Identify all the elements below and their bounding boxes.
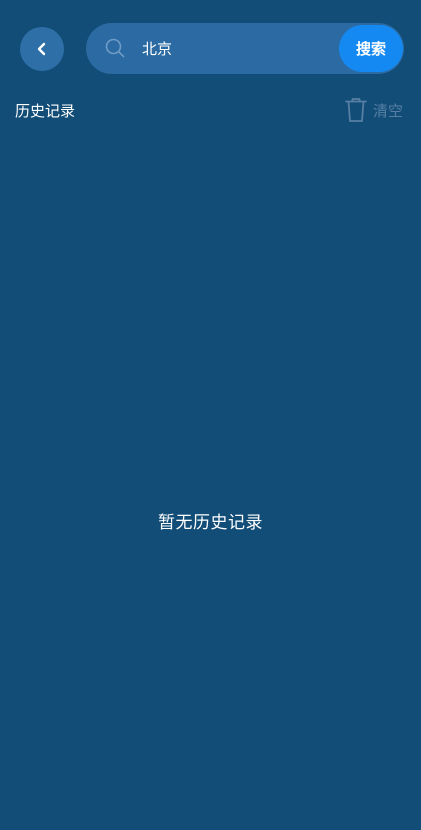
search-input[interactable] xyxy=(142,33,332,63)
chevron-left-icon xyxy=(37,42,46,56)
search-box: 搜索 xyxy=(86,23,404,74)
search-button[interactable]: 搜索 xyxy=(339,25,403,72)
clear-label: 清空 xyxy=(372,101,403,120)
back-button[interactable] xyxy=(20,27,64,71)
search-icon xyxy=(105,38,125,58)
history-title: 历史记录 xyxy=(15,102,76,120)
history-header: 历史记录 清空 xyxy=(0,92,421,128)
trash-icon xyxy=(345,98,367,122)
clear-history-button[interactable]: 清空 xyxy=(345,95,403,125)
top-bar: 搜索 xyxy=(0,0,421,95)
empty-history-message: 暂无历史记录 xyxy=(158,513,263,533)
